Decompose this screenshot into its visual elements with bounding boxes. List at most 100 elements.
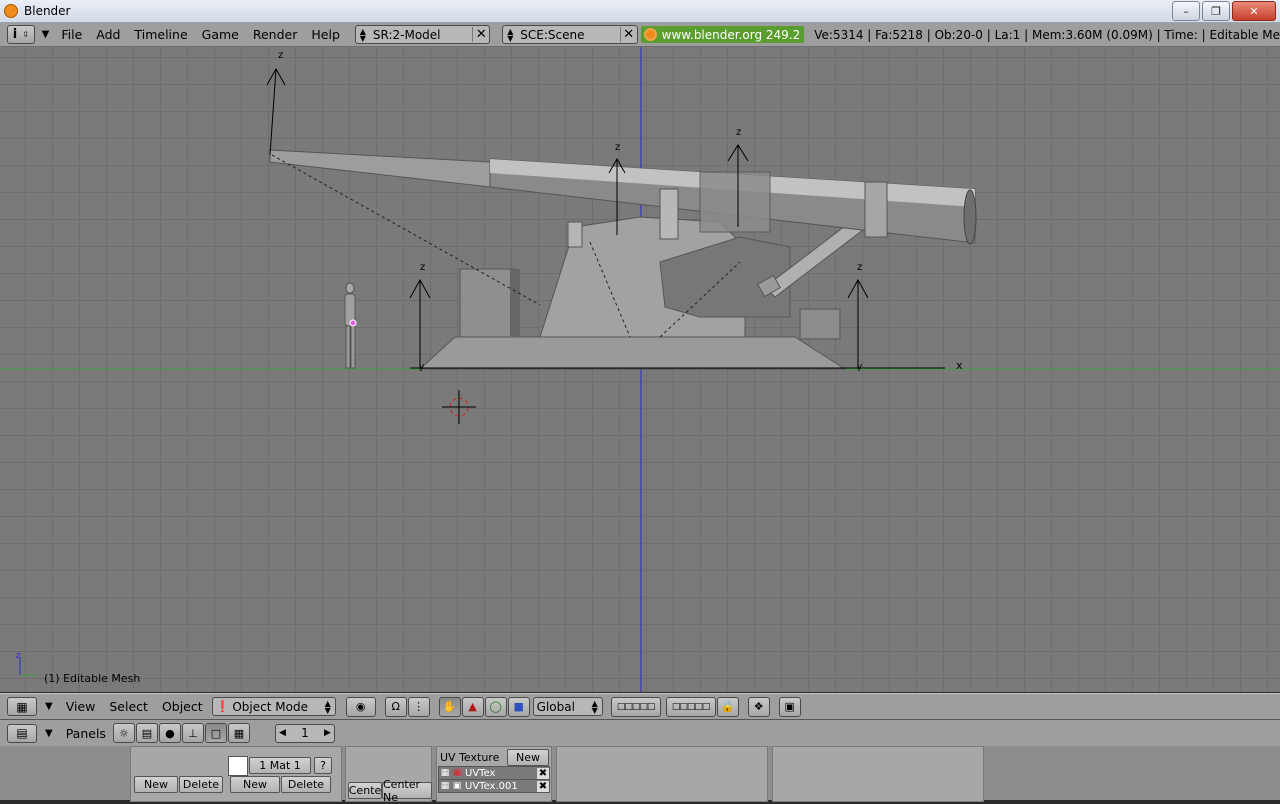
url-text: www.blender.org 249.2 bbox=[661, 27, 801, 42]
updown-arrows-icon: ▲ ▼ bbox=[324, 698, 331, 715]
new-material-button[interactable]: New bbox=[230, 776, 280, 793]
delete-uv-icon[interactable]: ✖ bbox=[537, 767, 549, 779]
maximize-button[interactable]: ❐ bbox=[1202, 1, 1230, 21]
uv-layer-row[interactable]: ▦ ▣ UVTex.001 ✖ bbox=[438, 779, 550, 793]
scene-context-button[interactable]: ▦ bbox=[227, 723, 250, 743]
axis-label-z3: z bbox=[736, 127, 741, 138]
menu-select[interactable]: Select bbox=[102, 699, 155, 714]
orientation-selector[interactable]: Global ▲ ▼ bbox=[532, 697, 603, 716]
delete-scene-icon[interactable]: ✕ bbox=[619, 27, 637, 42]
delete-screen-icon[interactable]: ✕ bbox=[472, 27, 489, 42]
center-new-button[interactable]: Center Ne bbox=[382, 778, 432, 804]
lock-layers-button[interactable]: 🔒 bbox=[716, 696, 739, 717]
menu-object[interactable]: Object bbox=[155, 699, 210, 714]
uv-layer-name: UVTex bbox=[465, 767, 496, 779]
view-linked-button[interactable]: ❖ bbox=[747, 696, 770, 717]
layers-icon: □□□□□ bbox=[671, 701, 711, 712]
blender-url-badge[interactable]: www.blender.org 249.2 bbox=[640, 26, 805, 43]
blender-logo-icon bbox=[643, 28, 657, 41]
pivot-button[interactable]: Ω bbox=[384, 696, 407, 717]
updown-arrows-icon: ▲ ▼ bbox=[359, 26, 366, 43]
buttons-panels-area: 1 Mat 1 ? New Delete New Delete Cente Ce… bbox=[0, 746, 1280, 804]
screen-name: SR:2-Model bbox=[372, 27, 441, 42]
menu-collapse-icon[interactable]: ▼ bbox=[42, 29, 50, 40]
delete-uv-icon[interactable]: ✖ bbox=[537, 780, 549, 792]
scene-name: SCE:Scene bbox=[520, 27, 585, 42]
material-index-field[interactable]: 1 Mat 1 bbox=[249, 757, 311, 774]
scene-selector[interactable]: ▲ ▼ SCE:Scene ✕ bbox=[502, 25, 638, 44]
shading-context-button[interactable]: ● bbox=[158, 723, 181, 743]
empty-gizmo-1 bbox=[266, 67, 286, 156]
info-icon: i bbox=[12, 27, 18, 42]
shapes-panel bbox=[772, 746, 984, 802]
uv-layer-row[interactable]: ▦ ▣ UVTex ✖ bbox=[438, 766, 550, 780]
scale-square-button[interactable]: ■ bbox=[507, 696, 530, 717]
screen-selector[interactable]: ▲ ▼ SR:2-Model ✕ bbox=[354, 25, 491, 44]
increment-arrow-icon[interactable]: ▶ bbox=[324, 728, 334, 738]
window-type-button[interactable]: i ⇳ bbox=[7, 25, 35, 44]
draw-type-button[interactable]: ◉ bbox=[345, 696, 376, 717]
info-header: i ⇳ ▼ File Add Timeline Game Render Help… bbox=[0, 23, 1280, 47]
axis-label-y2: y bbox=[857, 362, 863, 372]
updown-arrows-icon: ▲ ▼ bbox=[591, 698, 598, 715]
menu-collapse-icon[interactable]: ▼ bbox=[45, 728, 53, 739]
delete-label: Delete bbox=[182, 778, 220, 791]
object-mode-icon: ❗ bbox=[215, 700, 230, 713]
menu-help[interactable]: Help bbox=[304, 27, 347, 42]
snap-button[interactable]: ⋮ bbox=[407, 696, 430, 717]
shading-icon: ◉ bbox=[355, 700, 366, 713]
delete-material-button[interactable]: Delete bbox=[281, 776, 331, 793]
layer-buttons-group-1[interactable]: □□□□□ bbox=[610, 696, 661, 717]
editing-context-button[interactable]: □ bbox=[204, 723, 227, 743]
window-titlebar: Blender – ❐ ✕ bbox=[0, 0, 1280, 23]
menu-timeline[interactable]: Timeline bbox=[127, 27, 194, 42]
figure-origin bbox=[349, 319, 357, 327]
lock-icon: 🔒 bbox=[720, 700, 735, 713]
menu-collapse-icon[interactable]: ▼ bbox=[45, 701, 53, 712]
muzzle bbox=[963, 189, 977, 245]
link-icon: ❖ bbox=[753, 700, 764, 713]
scale-manipulator-button[interactable]: ◯ bbox=[484, 696, 507, 717]
rotate-manipulator-button[interactable]: ▲ bbox=[461, 696, 484, 717]
menu-panels[interactable]: Panels bbox=[59, 726, 113, 741]
menu-view[interactable]: View bbox=[59, 699, 103, 714]
triangle-icon: ▲ bbox=[468, 700, 477, 713]
barrel-front bbox=[269, 149, 491, 188]
3d-view-header: ▦ ▼ View Select Object ❗ Object Mode ▲ ▼ … bbox=[0, 693, 1280, 720]
logic-context-button[interactable]: ☼ bbox=[112, 723, 135, 743]
uv-texture-new-button[interactable]: New bbox=[507, 749, 549, 766]
figure-head bbox=[345, 282, 355, 294]
render-preview-button[interactable]: ▣ bbox=[778, 696, 801, 717]
layer-buttons-group-2[interactable]: □□□□□ bbox=[665, 696, 716, 717]
3d-viewport[interactable]: z z z z z y y x z (1) Editable Mesh bbox=[0, 47, 1280, 692]
delete-vertex-group-button[interactable]: Delete bbox=[179, 776, 223, 793]
script-context-button[interactable]: ▤ bbox=[135, 723, 158, 743]
object-context-button[interactable]: ⊥ bbox=[181, 723, 204, 743]
axis-label-z4: z bbox=[420, 262, 425, 273]
axis-label-z2: z bbox=[615, 142, 620, 153]
hand-icon: ✋ bbox=[442, 700, 457, 713]
minimize-button[interactable]: – bbox=[1172, 1, 1200, 21]
grid-editor-icon: ▦ bbox=[16, 699, 28, 714]
material-help-button[interactable]: ? bbox=[314, 757, 332, 774]
menu-add[interactable]: Add bbox=[89, 27, 127, 42]
translate-manipulator-button[interactable]: ✋ bbox=[438, 696, 461, 717]
menu-game[interactable]: Game bbox=[195, 27, 246, 42]
mode-selector[interactable]: ❗ Object Mode ▲ ▼ bbox=[211, 697, 336, 716]
buttons-editor-type-button[interactable]: ▤ bbox=[7, 723, 37, 743]
menu-render[interactable]: Render bbox=[246, 27, 305, 42]
menu-file[interactable]: File bbox=[54, 27, 89, 42]
new-label: New bbox=[144, 778, 168, 791]
buttons-editor-icon: ▤ bbox=[16, 726, 28, 740]
close-window-button[interactable]: ✕ bbox=[1232, 1, 1276, 21]
frame-number-field[interactable]: ◀ 1 ▶ bbox=[274, 723, 335, 743]
editing-square-icon: □ bbox=[210, 726, 222, 740]
editor-type-button[interactable]: ▦ bbox=[7, 697, 37, 716]
material-color-swatch[interactable] bbox=[228, 756, 248, 776]
updown-arrows-icon: ▲ ▼ bbox=[507, 26, 514, 43]
new-vertex-group-button[interactable]: New bbox=[134, 776, 178, 793]
empty-gizmo-4 bbox=[409, 278, 431, 369]
center-button[interactable]: Cente bbox=[348, 782, 382, 799]
axis-label-z5: z bbox=[857, 262, 862, 273]
decrement-arrow-icon[interactable]: ◀ bbox=[276, 728, 286, 738]
